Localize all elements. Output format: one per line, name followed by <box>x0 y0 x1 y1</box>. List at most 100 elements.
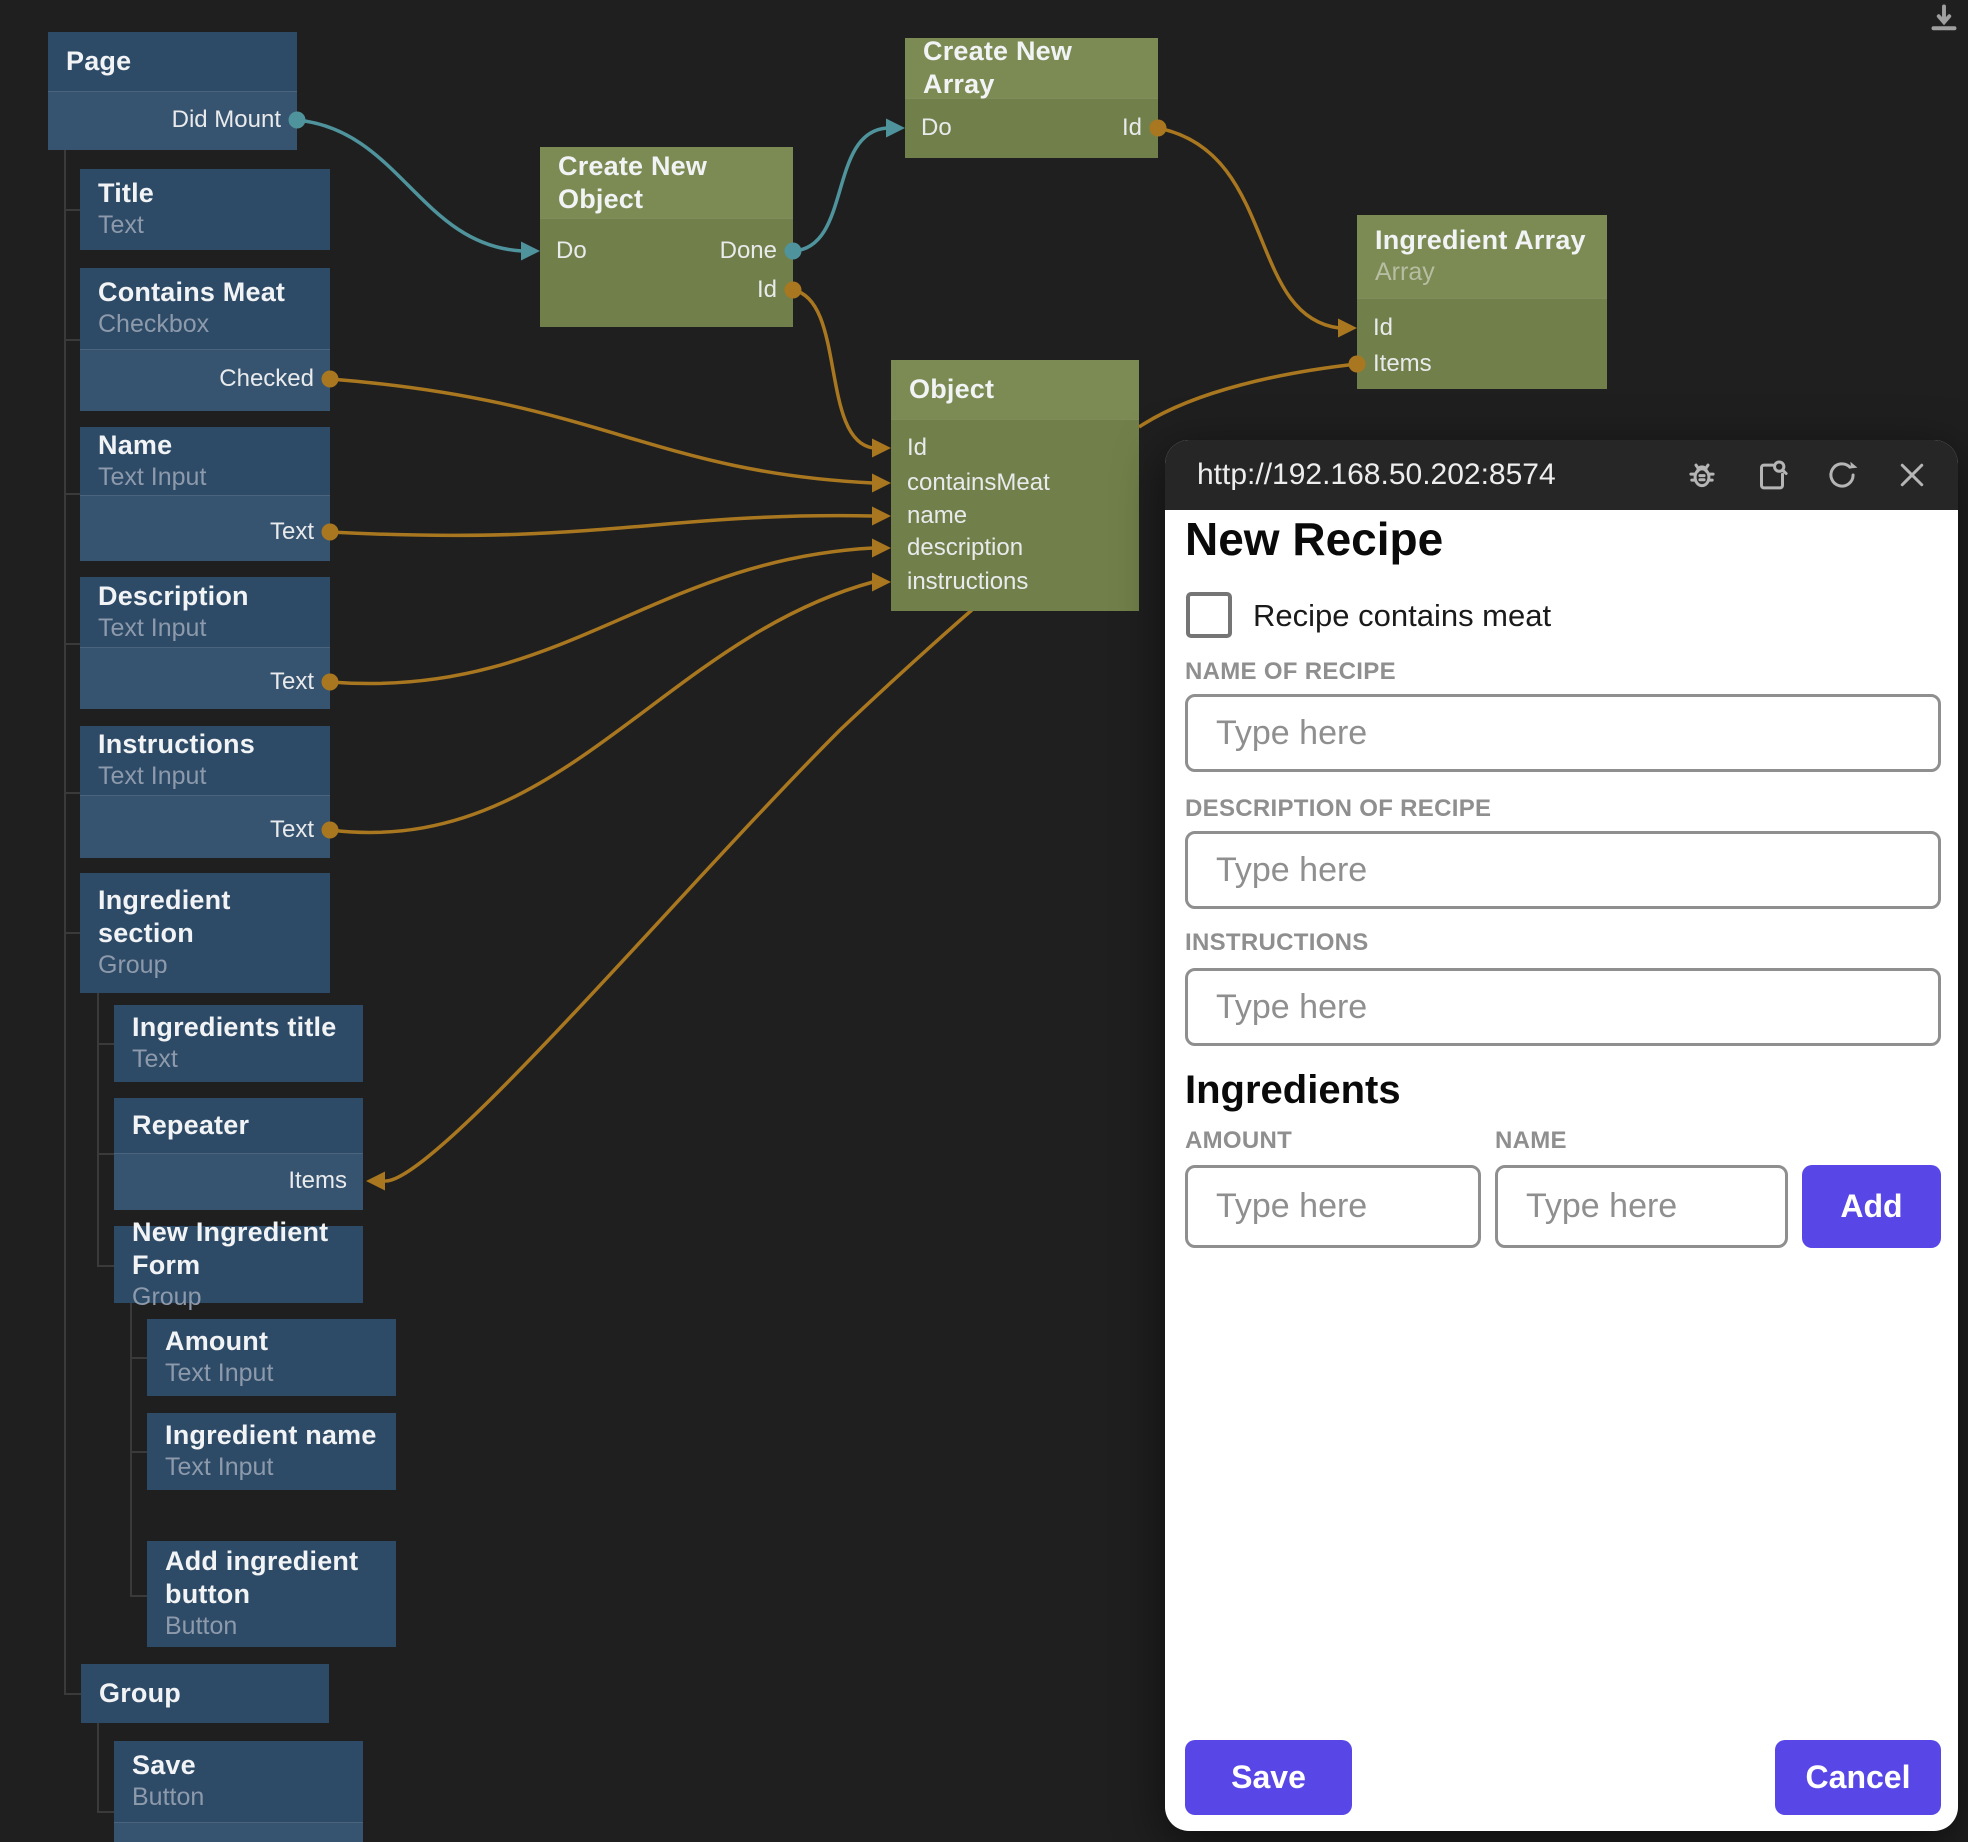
id-port[interactable]: Id <box>905 113 1158 143</box>
description-of-recipe-label: DESCRIPTION OF RECIPE <box>1185 795 1491 823</box>
instructions-node[interactable]: InstructionsText Input Text <box>80 726 330 858</box>
node-header: TitleText <box>80 169 330 250</box>
node-divider <box>80 647 330 648</box>
node-title: Object <box>909 373 1121 406</box>
done-port[interactable]: Done <box>540 236 793 266</box>
instructions-input[interactable] <box>1185 968 1941 1046</box>
text-port[interactable]: Text <box>80 667 330 697</box>
close-icon[interactable] <box>1894 457 1930 493</box>
amount-node[interactable]: AmountText Input <box>147 1319 396 1396</box>
node-subtitle: Button <box>132 1782 345 1813</box>
ingredient-section-node[interactable]: Ingredient sectionGroup <box>80 873 330 993</box>
node-header: SaveButton <box>114 1741 363 1822</box>
node-subtitle: Text Input <box>98 613 312 644</box>
id-port[interactable]: Id <box>1357 313 1607 343</box>
amount-input[interactable] <box>1185 1165 1481 1248</box>
amount-label: AMOUNT <box>1185 1127 1292 1155</box>
name-node[interactable]: NameText InputText <box>80 427 330 561</box>
page-node[interactable]: Page Did Mount <box>48 32 297 150</box>
node-subtitle: Text <box>98 210 312 241</box>
create-new-array-node[interactable]: Create New ArrayDoId <box>905 38 1158 158</box>
recipe-contains-meat-checkbox[interactable] <box>1186 592 1232 638</box>
node-title: Create New Array <box>923 35 1140 101</box>
node-header: Group <box>81 1664 329 1723</box>
description-node[interactable]: DescriptionText Input Text <box>80 577 330 709</box>
node-header: Contains MeatCheckbox <box>80 268 330 349</box>
text-port[interactable]: Text <box>80 815 330 845</box>
name-of-recipe-input[interactable] <box>1185 694 1941 772</box>
node-title: Ingredient Array <box>1375 224 1589 257</box>
description-port[interactable]: description <box>891 533 1139 563</box>
recipe-contains-meat-label: Recipe contains meat <box>1253 592 1551 638</box>
name-of-recipe-label: NAME OF RECIPE <box>1185 658 1396 686</box>
node-header: Object <box>891 360 1139 419</box>
node-title: Contains Meat <box>98 276 312 309</box>
node-divider <box>114 1822 363 1823</box>
node-header: AmountText Input <box>147 1319 396 1396</box>
url-text[interactable]: http://192.168.50.202:8574 <box>1197 458 1650 492</box>
repeater-node[interactable]: Repeater Items <box>114 1098 363 1210</box>
node-title: Ingredient section <box>98 884 312 950</box>
id-port[interactable]: Id <box>891 433 1139 463</box>
node-divider <box>48 91 297 92</box>
node-title: Create New Object <box>558 150 775 216</box>
group-node[interactable]: Group <box>81 1664 329 1723</box>
preview-url-bar: http://192.168.50.202:8574 <box>1165 440 1958 510</box>
node-subtitle: Text Input <box>165 1358 378 1389</box>
add-button[interactable]: Add <box>1802 1165 1941 1248</box>
ingredient-name-node[interactable]: Ingredient nameText Input <box>147 1413 396 1490</box>
save-node[interactable]: SaveButton <box>114 1741 363 1842</box>
name-label: NAME <box>1495 1127 1567 1155</box>
ingredients-title-node[interactable]: Ingredients titleText <box>114 1005 363 1082</box>
node-subtitle: Text Input <box>98 761 312 792</box>
node-header: Create New Object <box>540 147 793 218</box>
node-header: Ingredients titleText <box>114 1005 363 1082</box>
node-subtitle: Text <box>132 1044 345 1075</box>
instructions-port[interactable]: instructions <box>891 567 1139 597</box>
node-title: Group <box>99 1677 311 1710</box>
id-port[interactable]: Id <box>540 275 793 305</box>
node-subtitle: Text Input <box>98 462 312 493</box>
node-subtitle: Checkbox <box>98 309 312 340</box>
add-ingredient-button-node[interactable]: Add ingredient buttonButton <box>147 1541 396 1647</box>
name-port[interactable]: name <box>891 501 1139 531</box>
node-title: Add ingredient button <box>165 1545 378 1611</box>
node-title: Title <box>98 177 312 210</box>
node-header: New Ingredient FormGroup <box>114 1226 363 1303</box>
description-of-recipe-input[interactable] <box>1185 831 1941 909</box>
cancel-button[interactable]: Cancel <box>1775 1740 1941 1815</box>
refresh-icon[interactable] <box>1824 457 1860 493</box>
node-title: New Ingredient Form <box>132 1216 345 1282</box>
node-divider <box>80 349 330 350</box>
node-header: Ingredient nameText Input <box>147 1413 396 1490</box>
node-header: DescriptionText Input <box>80 577 330 647</box>
new-ingredient-form-node[interactable]: New Ingredient FormGroup <box>114 1226 363 1303</box>
items-port[interactable]: Items <box>114 1166 363 1196</box>
containsmeat-port[interactable]: containsMeat <box>891 468 1139 498</box>
node-title: Instructions <box>98 728 312 761</box>
title-node[interactable]: TitleText <box>80 169 330 250</box>
bug-icon[interactable] <box>1684 457 1720 493</box>
node-title: Ingredient name <box>165 1419 378 1452</box>
page-title: New Recipe <box>1185 512 1443 566</box>
ingredient-array-node[interactable]: Ingredient ArrayArrayIdItems <box>1357 215 1607 389</box>
download-icon[interactable] <box>1926 2 1962 34</box>
node-subtitle: Text Input <box>165 1452 378 1483</box>
contains-meat-node[interactable]: Contains MeatCheckbox Checked <box>80 268 330 411</box>
items-port[interactable]: Items <box>1357 349 1607 379</box>
node-header: Repeater <box>114 1098 363 1153</box>
save-button[interactable]: Save <box>1185 1740 1352 1815</box>
node-divider <box>80 495 330 496</box>
create-new-object-node[interactable]: Create New ObjectDoDoneId <box>540 147 793 327</box>
node-divider <box>80 795 330 796</box>
checked-port[interactable]: Checked <box>80 364 330 394</box>
text-port[interactable]: Text <box>80 517 330 547</box>
node-title: Page <box>66 45 279 78</box>
node-header: InstructionsText Input <box>80 726 330 795</box>
object-node[interactable]: Object Id containsMeatnamedescription instr… <box>891 360 1139 611</box>
node-header: Create New Array <box>905 38 1158 98</box>
name-input[interactable] <box>1495 1165 1788 1248</box>
inspect-icon[interactable] <box>1754 457 1790 493</box>
did-mount-port[interactable]: Did Mount <box>48 105 297 135</box>
node-subtitle: Group <box>132 1282 345 1313</box>
